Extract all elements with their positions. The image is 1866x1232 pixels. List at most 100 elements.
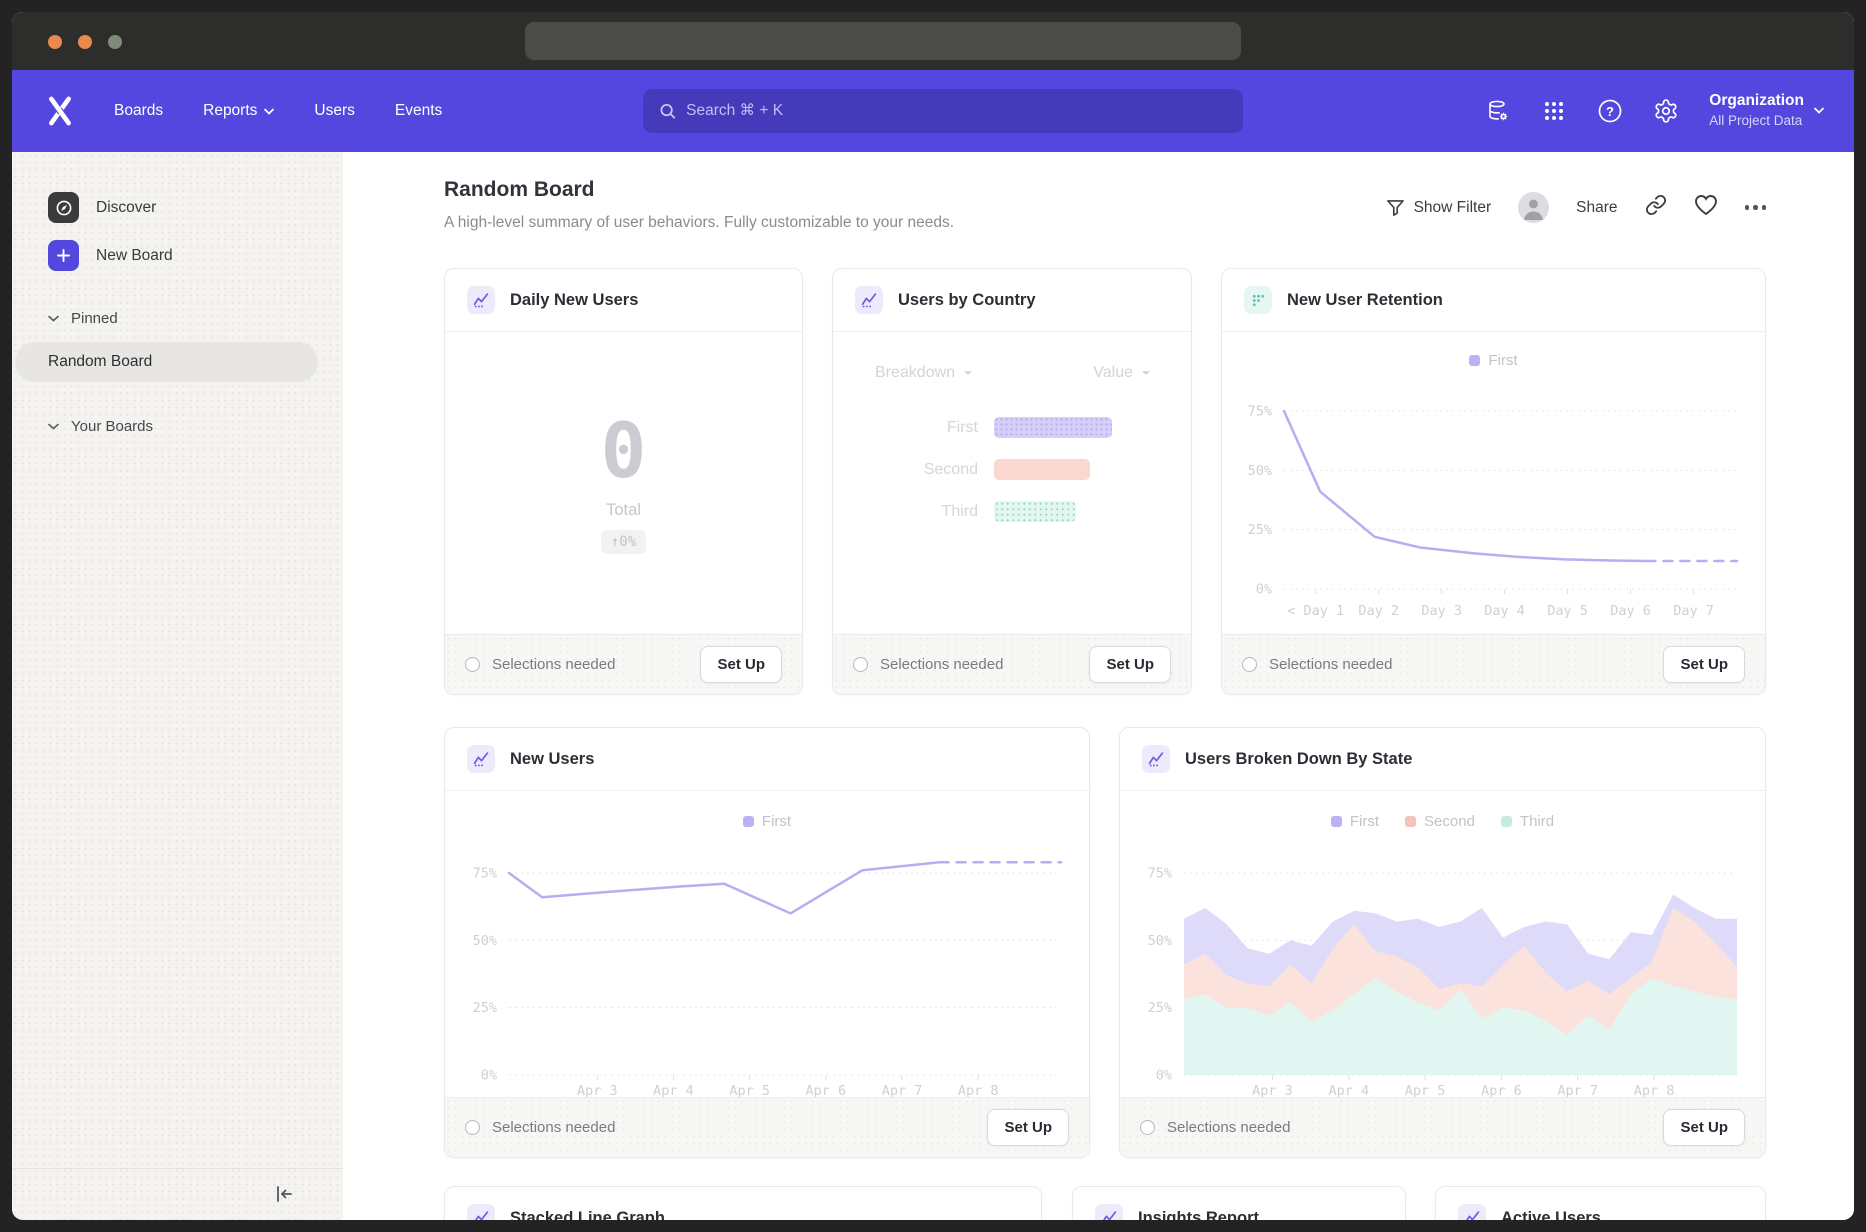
svg-text:50%: 50% [473, 933, 497, 949]
status-circle-icon [465, 657, 480, 672]
avatar[interactable] [1518, 192, 1549, 223]
retention-grid-icon [1244, 286, 1272, 314]
sidebar-footer [12, 1168, 343, 1220]
card-footer: Selections needed Set Up [1222, 634, 1765, 694]
set-up-button[interactable]: Set Up [1089, 646, 1171, 683]
svg-text:25%: 25% [1248, 522, 1272, 538]
search-icon [659, 102, 676, 120]
line-chart-icon [1458, 1204, 1486, 1220]
chevron-down-icon [1814, 107, 1824, 114]
svg-text:75%: 75% [1148, 866, 1172, 882]
copy-link-icon[interactable] [1645, 194, 1667, 221]
status-text: Selections needed [880, 656, 1003, 673]
show-filter-label: Show Filter [1414, 199, 1492, 217]
svg-text:0%: 0% [1256, 582, 1272, 598]
metric-label: Total [606, 501, 641, 520]
card-users-by-country: Users by Country Breakdown Value First [832, 268, 1192, 695]
svg-text:25%: 25% [473, 1000, 497, 1016]
card-title: New User Retention [1287, 291, 1443, 310]
data-management-icon[interactable] [1485, 98, 1511, 124]
card-title: New Users [510, 750, 594, 769]
set-up-button[interactable]: Set Up [987, 1109, 1069, 1146]
metric-delta-badge: ↑0% [601, 530, 646, 554]
sidebar-item-discover[interactable]: Discover [48, 192, 156, 223]
more-options-icon[interactable] [1745, 205, 1767, 210]
breakdown-dropdown-label: Breakdown [875, 364, 955, 382]
card-stacked-line-graph: Stacked Line Graph [444, 1186, 1042, 1220]
org-project: All Project Data [1709, 112, 1804, 130]
set-up-button[interactable]: Set Up [1663, 646, 1745, 683]
breakdown-controls: Breakdown Value [875, 364, 1151, 382]
window-close-button[interactable] [48, 35, 62, 49]
org-name: Organization [1709, 91, 1804, 112]
nav-item-boards[interactable]: Boards [114, 102, 163, 120]
sidebar-section-your-boards-label: Your Boards [71, 418, 153, 435]
svg-text:Day 7: Day 7 [1673, 603, 1714, 619]
nav-item-reports[interactable]: Reports [203, 102, 274, 120]
line-chart-icon [1142, 745, 1170, 773]
help-icon[interactable]: ? [1597, 98, 1623, 124]
svg-text:Day 3: Day 3 [1421, 603, 1462, 619]
search-bar[interactable] [643, 89, 1243, 133]
skeleton-bar-row: Second [833, 459, 1090, 480]
svg-text:Day 5: Day 5 [1547, 603, 1588, 619]
show-filter-button[interactable]: Show Filter [1386, 199, 1492, 217]
line-chart-icon [1095, 1204, 1123, 1220]
address-bar[interactable] [525, 22, 1241, 60]
card-title: Stacked Line Graph [510, 1209, 665, 1221]
nav-item-events[interactable]: Events [395, 102, 442, 120]
card-footer: Selections needed Set Up [833, 634, 1191, 694]
page-title: Random Board [444, 178, 595, 202]
card-header: Stacked Line Graph [445, 1187, 1041, 1220]
breakdown-dropdown[interactable]: Breakdown [875, 364, 973, 382]
metric-value: 0 [601, 413, 647, 489]
compass-icon [48, 192, 79, 223]
chevron-down-icon [48, 423, 59, 430]
card-daily-new-users: Daily New Users 0 Total ↑0% Selections n… [444, 268, 803, 695]
svg-text:Day 4: Day 4 [1484, 603, 1525, 619]
sidebar-item-new-board-label: New Board [96, 247, 173, 265]
app-window: Boards Reports Users Events [12, 12, 1854, 1220]
nav-item-users[interactable]: Users [314, 102, 354, 120]
window-zoom-button[interactable] [108, 35, 122, 49]
card-active-users: Active Users [1435, 1186, 1766, 1220]
value-dropdown[interactable]: Value [1093, 364, 1151, 382]
card-footer: Selections needed Set Up [1120, 1097, 1765, 1157]
window-minimize-button[interactable] [78, 35, 92, 49]
card-title: Insights Report [1138, 1209, 1259, 1221]
svg-text:75%: 75% [473, 866, 497, 882]
set-up-button[interactable]: Set Up [1663, 1109, 1745, 1146]
card-title: Active Users [1501, 1209, 1601, 1221]
sidebar-item-new-board[interactable]: New Board [48, 240, 173, 271]
metric-skeleton: 0 Total ↑0% [445, 332, 802, 634]
nav-item-events-label: Events [395, 102, 442, 120]
set-up-button[interactable]: Set Up [700, 646, 782, 683]
state-area-chart: 75%50%25%0%Apr 3Apr 4Apr 5Apr 6Apr 7Apr … [1120, 791, 1767, 1099]
card-header: Insights Report [1073, 1187, 1405, 1220]
apps-grid-icon[interactable] [1541, 98, 1567, 124]
svg-text:50%: 50% [1148, 933, 1172, 949]
search-input[interactable] [686, 102, 1227, 120]
sidebar-item-random-board-label: Random Board [48, 353, 152, 371]
sidebar-item-random-board[interactable]: Random Board [15, 342, 318, 382]
nav-item-reports-label: Reports [203, 102, 257, 120]
sidebar: Discover New Board Pinned Random Board Y… [12, 152, 343, 1220]
svg-text:< Day 1: < Day 1 [1287, 603, 1344, 619]
sidebar-section-your-boards[interactable]: Your Boards [48, 418, 153, 435]
card-title: Daily New Users [510, 291, 638, 310]
sidebar-section-pinned[interactable]: Pinned [48, 310, 118, 327]
status-text: Selections needed [1269, 656, 1392, 673]
org-switcher[interactable]: Organization All Project Data [1709, 91, 1824, 130]
mixpanel-logo-icon[interactable] [46, 95, 76, 127]
settings-gear-icon[interactable] [1653, 98, 1679, 124]
retention-chart: 75%50%25%0%< Day 1Day 2Day 3Day 4Day 5Da… [1222, 349, 1767, 636]
card-title: Users Broken Down By State [1185, 750, 1412, 769]
svg-text:Day 2: Day 2 [1358, 603, 1399, 619]
card-header: Users Broken Down By State [1120, 728, 1765, 791]
collapse-sidebar-icon[interactable] [273, 1183, 295, 1210]
skeleton-bar-row: First [833, 417, 1112, 438]
filter-funnel-icon [1386, 199, 1405, 217]
favorite-heart-icon[interactable] [1694, 194, 1718, 221]
new-users-chart: 75%50%25%0%Apr 3Apr 4Apr 5Apr 6Apr 7Apr … [445, 791, 1091, 1099]
share-button[interactable]: Share [1576, 199, 1617, 217]
